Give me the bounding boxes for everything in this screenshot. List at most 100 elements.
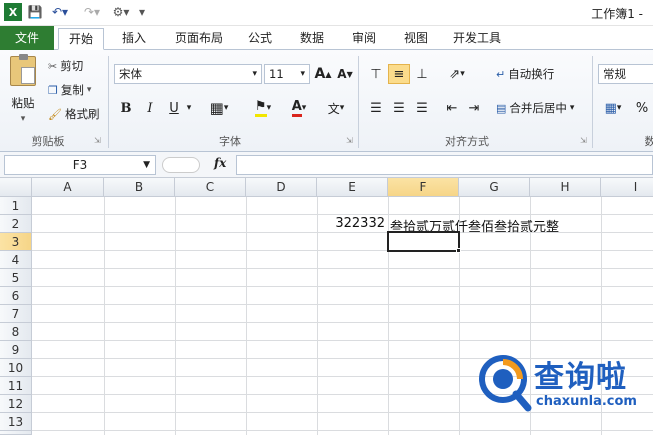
alignment-launcher-icon[interactable]: ⇲ (580, 136, 587, 145)
clipboard-launcher-icon[interactable]: ⇲ (94, 136, 101, 145)
row-header-2[interactable]: 2 (0, 215, 32, 233)
font-launcher-icon[interactable]: ⇲ (346, 136, 353, 145)
selected-cell-f3[interactable] (387, 231, 460, 252)
bold-button[interactable]: B (116, 98, 136, 118)
gridline (32, 286, 653, 287)
name-box-value: F3 (72, 158, 88, 172)
row-header-9[interactable]: 9 (0, 341, 32, 359)
column-header-d[interactable]: D (246, 178, 317, 197)
row-header-1[interactable]: 1 (0, 197, 32, 215)
gridline (32, 250, 653, 251)
column-header-b[interactable]: B (104, 178, 175, 197)
fill-handle[interactable] (456, 248, 461, 253)
tab-file[interactable]: 文件 (0, 26, 54, 50)
row-header-6[interactable]: 6 (0, 287, 32, 305)
clipboard-icon (10, 54, 36, 86)
row-header-8[interactable]: 8 (0, 323, 32, 341)
decrease-font-button[interactable]: A ▼ (336, 64, 354, 84)
fill-bucket-icon: ⚑ (254, 99, 267, 117)
chevron-down-icon: ▾ (300, 69, 305, 79)
font-size-select[interactable]: 11 ▾ (264, 64, 310, 84)
font-name-value: 宋体 (119, 67, 142, 81)
borders-button[interactable]: ▦ ▾ (204, 98, 234, 118)
format-painter-button[interactable]: 🖌 格式刷 (48, 106, 99, 122)
row-header-13[interactable]: 13 (0, 413, 32, 431)
tools-icon[interactable]: ⚙▾ (110, 3, 132, 21)
gridline (32, 340, 653, 341)
column-header-h[interactable]: H (530, 178, 601, 197)
formula-input[interactable] (236, 155, 653, 175)
accounting-format-button[interactable]: ▦ ▾ (598, 98, 628, 118)
row-header-7[interactable]: 7 (0, 305, 32, 323)
row-header-4[interactable]: 4 (0, 251, 32, 269)
title-bar: X 💾 ↶▾ ↷▾ ⚙▾ ▾ 工作簿1 - (0, 0, 653, 26)
gridline (32, 214, 653, 215)
tab-page-layout[interactable]: 页面布局 (168, 28, 230, 50)
paste-label: 粘贴 (11, 96, 35, 110)
row-header-5[interactable]: 5 (0, 269, 32, 287)
formula-bar-resize-handle[interactable] (162, 157, 200, 173)
column-header-e[interactable]: E (317, 178, 388, 197)
tab-developer[interactable]: 开发工具 (446, 28, 508, 50)
align-center-icon: ☰ (393, 100, 405, 116)
watermark-url: chaxunla.com (536, 394, 637, 409)
ribbon-tabs: 文件 开始 插入 页面布局 公式 数据 审阅 视图 开发工具 (0, 26, 653, 50)
tab-formulas[interactable]: 公式 (242, 28, 278, 50)
row-header-10[interactable]: 10 (0, 359, 32, 377)
column-header-c[interactable]: C (175, 178, 246, 197)
merge-center-button[interactable]: ▤ 合并后居中 ▾ (496, 100, 574, 116)
undo-icon[interactable]: ↶▾ (48, 3, 72, 21)
phonetic-button[interactable]: 文 ▾ (322, 98, 350, 118)
insert-function-button[interactable]: fx (214, 156, 226, 170)
cell-e2[interactable]: 322332 (317, 216, 385, 231)
paste-dropdown-icon: ▾ (20, 114, 26, 124)
copy-button[interactable]: ❐ 复制 ▾ (48, 82, 91, 98)
column-header-f[interactable]: F (388, 178, 459, 197)
increase-indent-button[interactable]: ⇥ (464, 98, 484, 118)
number-group-label: 数 (644, 135, 653, 148)
paste-button[interactable]: 粘贴 ▾ (6, 54, 40, 130)
tab-review[interactable]: 审阅 (344, 28, 384, 50)
select-all-corner[interactable] (0, 178, 32, 197)
tab-insert[interactable]: 插入 (114, 28, 154, 50)
row-header-11[interactable]: 11 (0, 377, 32, 395)
italic-button[interactable]: I (140, 98, 160, 118)
decrease-indent-button[interactable]: ⇤ (442, 98, 462, 118)
tab-home[interactable]: 开始 (58, 28, 104, 50)
row-header-14[interactable]: 14 (0, 431, 32, 435)
align-center-button[interactable]: ☰ (388, 98, 410, 118)
orientation-button[interactable]: ⇗ ▾ (442, 64, 472, 84)
row-header-3[interactable]: 3 (0, 233, 32, 251)
redo-icon[interactable]: ↷▾ (80, 3, 104, 21)
align-top-button[interactable]: ⊤ (366, 64, 386, 84)
wrap-text-button[interactable]: ↵ 自动换行 (496, 66, 554, 82)
save-icon[interactable]: 💾 (26, 3, 44, 21)
currency-icon: ▦ (604, 100, 617, 116)
column-header-i[interactable]: I (601, 178, 653, 197)
separator (592, 56, 593, 148)
align-bottom-button[interactable]: ⊥ (412, 64, 432, 84)
ribbon: 粘贴 ▾ ✂ 剪切 ❐ 复制 ▾ 🖌 格式刷 剪贴板 ⇲ 宋体 ▾ 11 ▾ A… (0, 50, 653, 152)
number-format-select[interactable]: 常规 (598, 64, 653, 84)
fill-color-button[interactable]: ⚑ ▾ (246, 98, 280, 118)
increase-font-button[interactable]: A ▲ (314, 64, 332, 84)
merge-center-label: 合并后居中 (509, 101, 567, 115)
font-color-button[interactable]: A ▾ (282, 98, 316, 118)
chevron-down-icon[interactable]: ▾ (184, 98, 194, 118)
row-header-12[interactable]: 12 (0, 395, 32, 413)
align-middle-button[interactable]: ≡ (388, 64, 410, 84)
name-box[interactable]: F3 ▼ (4, 155, 156, 175)
chevron-down-icon: ▾ (569, 103, 575, 113)
font-size-value: 11 (269, 67, 284, 81)
underline-button[interactable]: U (164, 98, 184, 118)
tab-view[interactable]: 视图 (396, 28, 436, 50)
tab-data[interactable]: 数据 (292, 28, 332, 50)
cut-button[interactable]: ✂ 剪切 (48, 58, 83, 74)
column-header-g[interactable]: G (459, 178, 530, 197)
font-name-select[interactable]: 宋体 ▾ (114, 64, 262, 84)
column-header-a[interactable]: A (32, 178, 104, 197)
customize-toolbar-icon[interactable]: ▾ (136, 3, 148, 21)
align-right-button[interactable]: ☰ (412, 98, 432, 118)
percent-button[interactable]: % (632, 98, 652, 118)
align-left-button[interactable]: ☰ (366, 98, 386, 118)
